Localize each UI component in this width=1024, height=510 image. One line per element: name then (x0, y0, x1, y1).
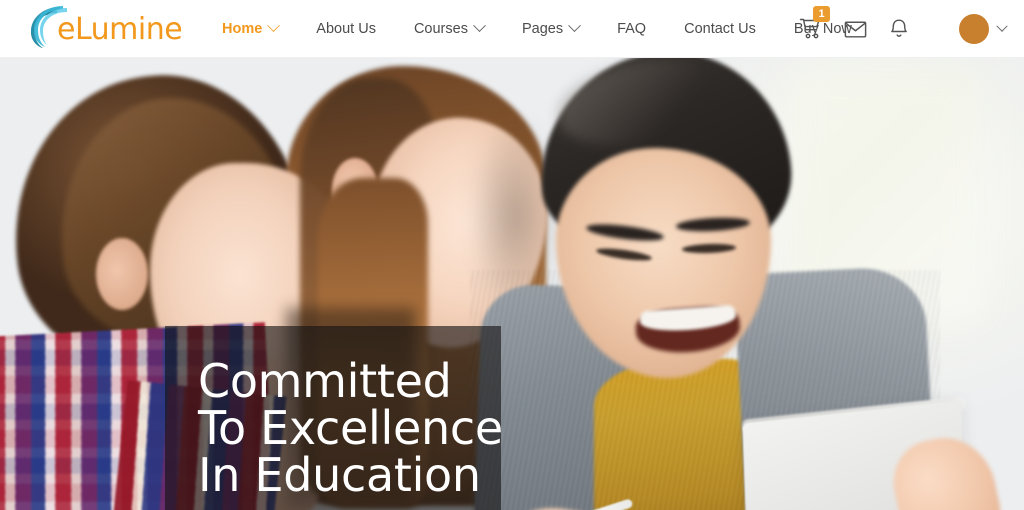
chevron-down-icon (267, 19, 281, 33)
hero-headline-line-3: In Education (198, 448, 481, 502)
nav-item-label: Home (222, 20, 263, 37)
chevron-down-icon (568, 19, 581, 33)
nav-item-label: Courses (413, 20, 468, 37)
hero-headline-line-1: Committed (198, 354, 452, 408)
primary-navigation: Home About Us Courses Pages FAQ Contact … (203, 0, 871, 58)
site-header: eLumine Home About Us Courses Pages FAQ (0, 0, 1024, 58)
hero-headline-line-2: To Excellence (198, 401, 503, 455)
header-actions: 1 (789, 0, 1024, 58)
nav-item-faq[interactable]: FAQ (598, 0, 665, 58)
nav-item-home[interactable]: Home (203, 0, 297, 58)
notifications-button[interactable] (877, 0, 921, 58)
brand-logo[interactable]: eLumine (27, 5, 183, 53)
bell-icon (891, 19, 907, 37)
page-root: eLumine Home About Us Courses Pages FAQ (0, 0, 1024, 510)
cart-button[interactable]: 1 (789, 0, 833, 58)
envelope-icon (844, 20, 866, 38)
nav-item-courses[interactable]: Courses (395, 0, 503, 58)
hero-headline: Committed To Excellence In Education (198, 358, 503, 499)
chevron-down-icon (996, 20, 1008, 32)
hero-photo-student-left-ear (96, 238, 148, 310)
avatar (959, 14, 989, 44)
nav-item-label: About Us (316, 20, 376, 37)
nav-item-contact-us[interactable]: Contact Us (665, 0, 775, 58)
nav-item-label: Pages (521, 20, 564, 37)
nav-item-pages[interactable]: Pages (503, 0, 598, 58)
account-menu-button[interactable] (959, 14, 1008, 44)
nav-item-label: FAQ (617, 20, 647, 37)
messages-button[interactable] (833, 0, 877, 58)
nav-item-label: Contact Us (684, 20, 756, 37)
hero-banner: Committed To Excellence In Education (0, 58, 1024, 510)
chevron-down-icon (473, 19, 486, 33)
cart-badge-count: 1 (813, 6, 830, 22)
brand-name: eLumine (57, 11, 183, 47)
nav-item-about-us[interactable]: About Us (297, 0, 395, 58)
